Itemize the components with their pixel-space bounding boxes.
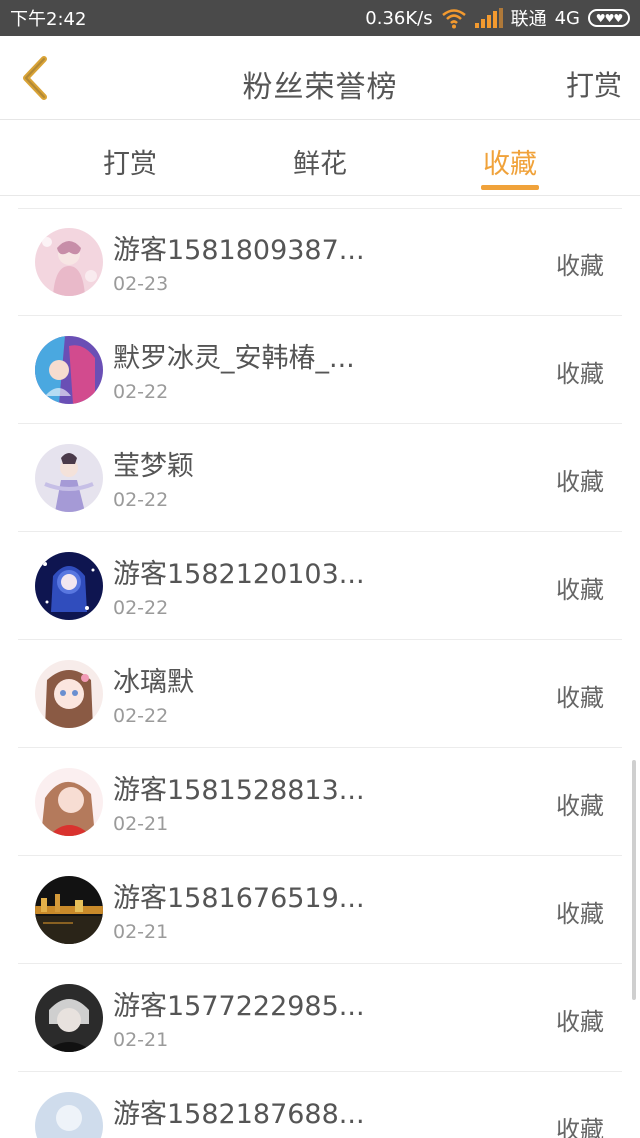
- user-name: 游客1582187688...: [113, 1099, 365, 1130]
- user-name: 游客1581528813...: [113, 775, 365, 806]
- reward-button[interactable]: 打赏: [566, 64, 622, 104]
- list-item[interactable]: 游客1582120103... 02-22 收藏: [18, 532, 622, 640]
- status-right: 0.36K/s 联通 4G ♥♥♥: [365, 5, 630, 31]
- avatar: [35, 444, 103, 512]
- tab-favorites[interactable]: 收藏: [450, 142, 570, 181]
- default-user-icon: [35, 1092, 103, 1138]
- list-item[interactable]: 游客1577222985... 02-21 收藏: [18, 964, 622, 1072]
- user-name: 莹梦颖: [113, 451, 194, 482]
- action-label: 收藏: [556, 468, 604, 496]
- user-name: 游客1581809387...: [113, 235, 365, 266]
- list-item[interactable]: 莹梦颖 02-22 收藏: [18, 424, 622, 532]
- action-label: 收藏: [556, 1116, 604, 1138]
- list-item[interactable]: 冰璃默 02-22 收藏: [18, 640, 622, 748]
- user-name: 默罗冰灵_安韩椿_...: [113, 343, 355, 374]
- date: 02-22: [113, 489, 169, 511]
- action-label: 收藏: [556, 684, 604, 712]
- avatar: [35, 336, 103, 404]
- avatar: [35, 228, 103, 296]
- tab-bar: 打赏 鲜花 收藏: [0, 120, 640, 196]
- user-name: 游客1577222985...: [113, 991, 365, 1022]
- avatar: [35, 876, 103, 944]
- fan-list: 游客1581809387... 02-23 收藏 默罗冰灵_安韩椿_... 02…: [0, 208, 640, 1138]
- page-title: 粉丝荣誉榜: [242, 70, 398, 105]
- date: 02-22: [113, 705, 169, 727]
- list-item[interactable]: 游客1581676519... 02-21 收藏: [18, 856, 622, 964]
- date: 02-21: [113, 813, 169, 835]
- date: 02-22: [113, 381, 169, 403]
- status-time: 下午2:42: [10, 9, 87, 30]
- avatar: [35, 984, 103, 1052]
- tab-flowers[interactable]: 鲜花: [260, 142, 380, 181]
- battery-icon: ♥♥♥: [588, 9, 630, 27]
- list-item[interactable]: 游客1582187688... 02-21 收藏: [18, 1072, 622, 1138]
- action-label: 收藏: [556, 252, 604, 280]
- avatar: [35, 768, 103, 836]
- action-label: 收藏: [556, 900, 604, 928]
- carrier-label: 联通: [510, 9, 547, 30]
- list-item[interactable]: 游客1581528813... 02-21 收藏: [18, 748, 622, 856]
- action-label: 收藏: [556, 576, 604, 604]
- user-name: 游客1581676519...: [113, 883, 365, 914]
- avatar: [35, 552, 103, 620]
- date: 02-22: [113, 597, 169, 619]
- avatar: [35, 660, 103, 728]
- network-speed: 0.36K/s: [365, 7, 433, 29]
- action-label: 收藏: [556, 360, 604, 388]
- list-item[interactable]: 默罗冰灵_安韩椿_... 02-22 收藏: [18, 316, 622, 424]
- wifi-icon: [441, 7, 467, 29]
- scrollbar[interactable]: [632, 760, 636, 1000]
- date: 02-21: [113, 921, 169, 943]
- status-bar: 下午2:42 0.36K/s 联通 4G ♥♥♥: [0, 0, 640, 36]
- date: 02-23: [113, 273, 169, 295]
- user-name: 冰璃默: [113, 667, 194, 698]
- action-label: 收藏: [556, 792, 604, 820]
- signal-icon: [474, 8, 503, 28]
- header: 粉丝荣誉榜 打赏: [0, 36, 640, 120]
- active-tab-indicator: [481, 185, 539, 190]
- network-type: 4G: [554, 7, 580, 29]
- avatar: [35, 1092, 103, 1138]
- action-label: 收藏: [556, 1008, 604, 1036]
- date: 02-21: [113, 1029, 169, 1051]
- user-name: 游客1582120103...: [113, 559, 365, 590]
- tab-reward[interactable]: 打赏: [70, 142, 190, 181]
- list-item[interactable]: 游客1581809387... 02-23 收藏: [18, 208, 622, 316]
